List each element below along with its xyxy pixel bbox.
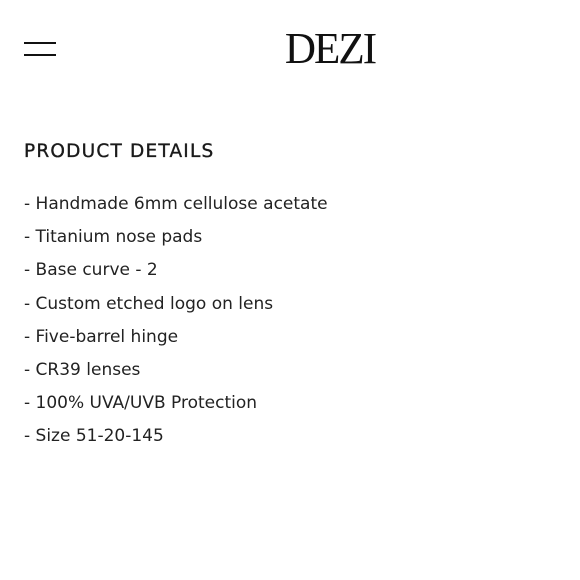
list-item: - Five-barrel hinge	[24, 326, 179, 347]
list-item: - 100% UVA/UVB Protection	[24, 393, 258, 414]
product-details-title: PRODUCT DETAILS	[24, 141, 215, 162]
list-item: - Custom etched logo on lens	[24, 293, 274, 314]
list-item: - CR39 lenses	[24, 360, 141, 381]
brand-logo[interactable]: DEZI	[261, 24, 398, 74]
hamburger-menu-icon	[24, 42, 56, 44]
site-header: DEZI	[0, 0, 580, 100]
list-item: - Handmade 6mm cellulose acetate	[24, 194, 328, 214]
product-details-list: - Handmade 6mm cellulose acetate - Titan…	[24, 188, 328, 454]
list-item: - Base curve - 2	[24, 260, 158, 281]
hamburger-menu-icon-bottom-line	[24, 54, 56, 56]
list-item: - Titanium nose pads	[24, 227, 203, 248]
product-details-section: PRODUCT DETAILS - Handmade 6mm cellulose…	[24, 138, 564, 447]
menu-button[interactable]	[20, 34, 60, 64]
list-item: - Size 51-20-145	[24, 426, 164, 447]
